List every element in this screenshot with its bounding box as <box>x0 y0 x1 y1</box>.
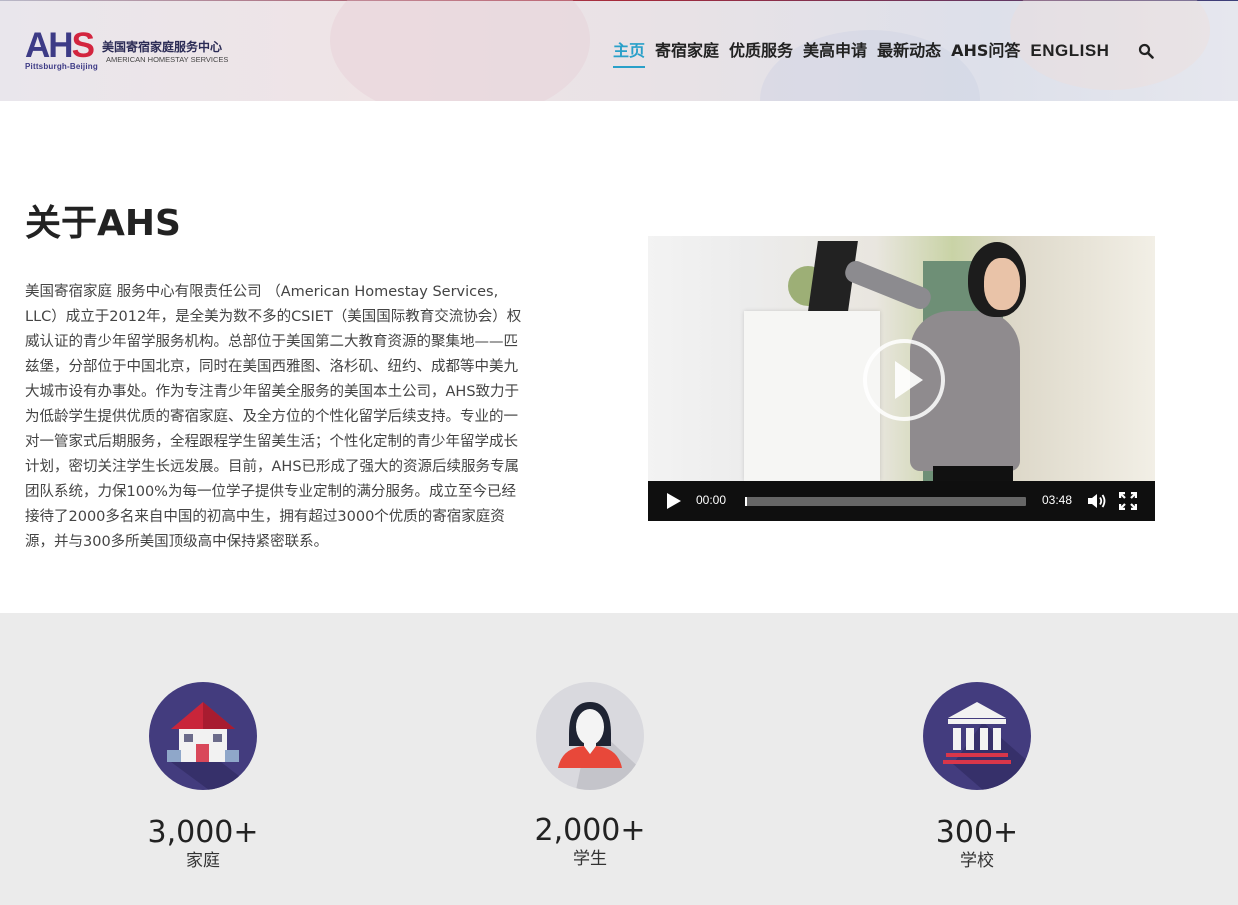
video-controls: 00:00 03:48 <box>648 481 1155 521</box>
nav-item-faq[interactable]: AHS问答 <box>951 41 1020 61</box>
about-title: 关于AHS <box>25 203 181 244</box>
logo-subtitle: Pittsburgh-Beijing <box>25 62 98 71</box>
search-icon[interactable] <box>1138 43 1154 59</box>
nav-item-home[interactable]: 主页 <box>613 41 646 68</box>
site-logo[interactable]: AHS Pittsburgh-Beijing 美国寄宿家庭服务中心 AMERIC… <box>25 26 229 73</box>
nav-item-english[interactable]: ENGLISH <box>1030 41 1109 61</box>
school-building-icon <box>923 682 1031 790</box>
logo-name-en: AMERICAN HOMESTAY SERVICES <box>106 55 229 64</box>
stat-students: 2,000+ 学生 <box>490 682 690 870</box>
stat-number: 3,000+ <box>147 815 259 850</box>
video-frame-person <box>984 258 1020 310</box>
nav-item-news[interactable]: 最新动态 <box>877 41 941 61</box>
nav-item-services[interactable]: 优质服务 <box>729 41 793 61</box>
big-play-button[interactable] <box>863 339 945 421</box>
progress-bar[interactable] <box>745 497 1026 506</box>
stat-number: 300+ <box>935 815 1019 850</box>
stats-section: 3,000+ 家庭 2,000+ 学生 300+ 学校 <box>0 613 1238 905</box>
student-icon <box>536 682 644 790</box>
stat-label: 学校 <box>960 851 994 871</box>
video-player[interactable]: 00:00 03:48 <box>648 236 1155 521</box>
volume-icon[interactable] <box>1087 493 1107 509</box>
stat-families: 3,000+ 家庭 <box>103 682 303 872</box>
about-description: 美国寄宿家庭 服务中心有限责任公司 （American Homestay Ser… <box>25 284 522 550</box>
stat-schools: 300+ 学校 <box>877 682 1077 872</box>
logo-name-cn: 美国寄宿家庭服务中心 <box>102 40 223 54</box>
header-bg-decoration <box>330 0 590 101</box>
current-time: 00:00 <box>696 493 727 507</box>
stat-number: 2,000+ <box>534 813 646 848</box>
house-icon <box>149 682 257 790</box>
video-frame-counter <box>744 311 880 481</box>
play-icon[interactable] <box>667 493 681 509</box>
nav-item-applications[interactable]: 美高申请 <box>803 41 867 61</box>
fullscreen-icon[interactable] <box>1119 492 1137 510</box>
main-nav: 主页 寄宿家庭 优质服务 美高申请 最新动态 AHS问答 ENGLISH <box>613 41 1119 68</box>
duration: 03:48 <box>1042 493 1073 507</box>
logo-mark: AHS <box>25 26 95 65</box>
site-header: AHS Pittsburgh-Beijing 美国寄宿家庭服务中心 AMERIC… <box>0 0 1238 101</box>
stat-label: 家庭 <box>186 851 220 871</box>
nav-item-homestay[interactable]: 寄宿家庭 <box>655 41 719 61</box>
stat-label: 学生 <box>573 849 607 869</box>
